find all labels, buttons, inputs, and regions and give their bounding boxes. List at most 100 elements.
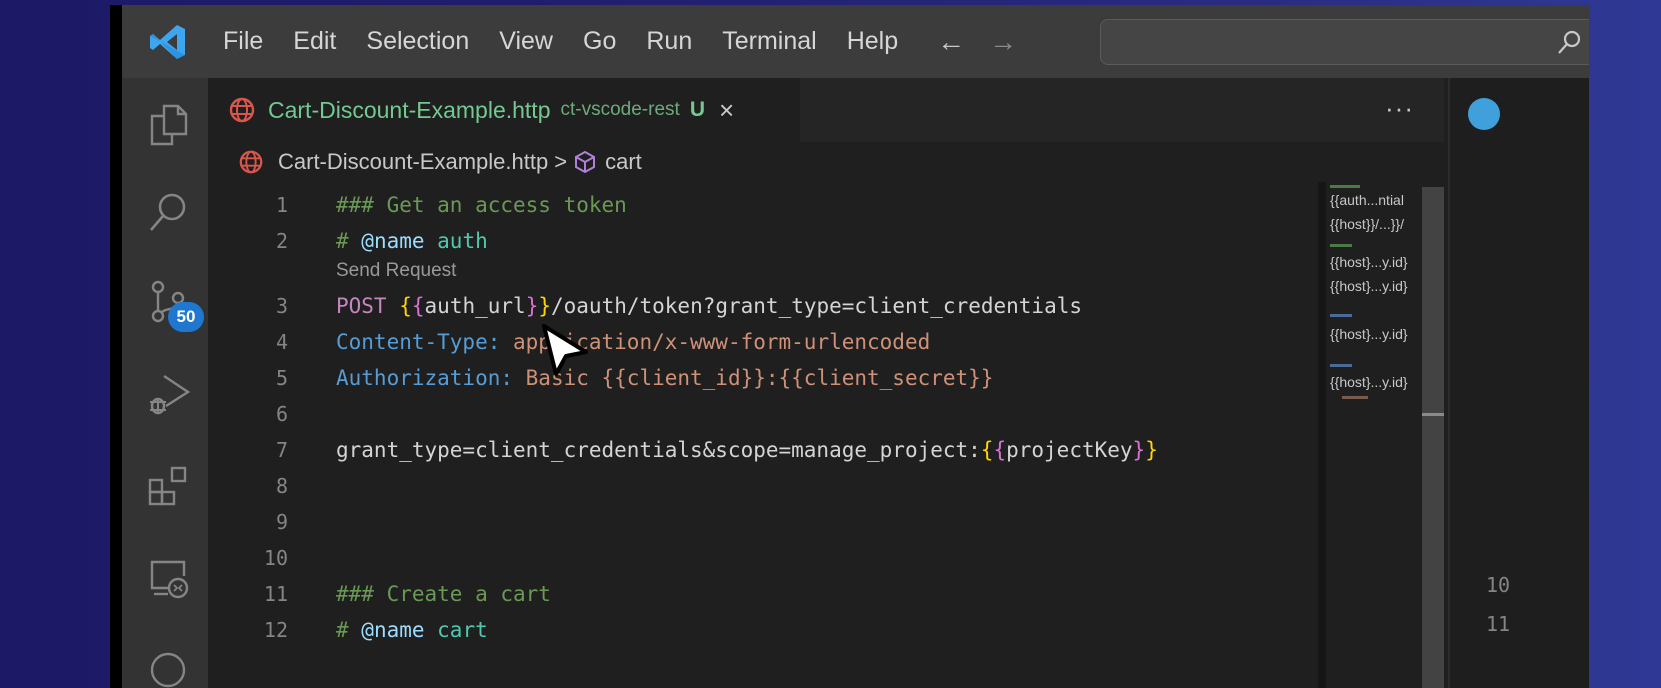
brace: { (411, 294, 425, 318)
menu-go[interactable]: Go (568, 27, 631, 56)
globe-icon (239, 150, 263, 174)
vscode-window: File Edit Selection View Go Run Terminal… (110, 5, 1589, 688)
tab-cart-discount-example[interactable]: Cart-Discount-Example.http ct-vscode-res… (208, 78, 800, 142)
minimap-line: {{host}...y.id} (1330, 278, 1408, 294)
accounts-icon[interactable] (144, 646, 192, 688)
code-comment: ### Create a cart (336, 582, 551, 606)
source-control-badge: 50 (168, 302, 204, 332)
variable: auth_url (424, 294, 526, 318)
name-keyword: @name (361, 229, 425, 253)
search-icon[interactable] (144, 188, 192, 236)
more-actions-icon[interactable]: ··· (1385, 93, 1414, 124)
minimap-line: {{host}...y.id} (1330, 326, 1408, 342)
brace: { (980, 438, 994, 462)
request-body: grant_type=client_credentials&scope=mana… (336, 438, 981, 462)
forward-arrow-icon[interactable]: → (977, 26, 1029, 58)
header-name: Content-Type: (336, 330, 514, 354)
line-number: 6 (275, 402, 288, 426)
code-line: 11 ### Create a cart (208, 576, 551, 612)
title-bar: File Edit Selection View Go Run Terminal… (122, 5, 1589, 78)
send-request-codelens[interactable]: Send Request (336, 260, 456, 282)
brace: } (525, 294, 539, 318)
menu-run[interactable]: Run (631, 27, 707, 56)
line-number: 1 (275, 193, 288, 217)
vscode-logo-icon (150, 24, 185, 59)
vertical-scrollbar[interactable] (1422, 187, 1444, 688)
globe-icon (229, 97, 255, 123)
window-edge (110, 5, 122, 688)
secondary-editor-panel: 10 11 (1448, 78, 1589, 688)
code-line: 3 POST {{auth_url}}/oauth/token?grant_ty… (208, 288, 1082, 324)
code-line: 9 (208, 504, 288, 540)
untracked-status-badge: U (689, 98, 705, 121)
breadcrumb-separator: > (554, 149, 568, 174)
remote-explorer-icon[interactable] (144, 554, 192, 602)
code-comment: ### Get an access token (336, 193, 627, 217)
line-number: 8 (275, 474, 288, 498)
menu-selection[interactable]: Selection (351, 27, 484, 56)
line-number: 2 (275, 229, 288, 253)
scrollbar-cursor-marker (1422, 413, 1444, 416)
code-line: 10 (208, 540, 288, 576)
minimap-line: {{host}}/...}}/ (1330, 216, 1404, 232)
code-editor[interactable]: 1 ### Get an access token 2 # @name auth… (208, 182, 1318, 688)
line-number: 5 (275, 366, 288, 390)
menu-terminal[interactable]: Terminal (707, 27, 831, 56)
line-number: 10 (1486, 573, 1511, 597)
brace: } (538, 294, 551, 318)
code-line: 1 ### Get an access token (208, 187, 627, 223)
request-name: cart (424, 618, 488, 642)
brace: { (399, 294, 412, 318)
search-icon (1558, 30, 1581, 54)
code-line: 8 (208, 468, 288, 504)
code-comment-hash: # (336, 618, 362, 642)
url-path: /oauth/token?grant_type=client_credentia… (551, 294, 1083, 318)
minimap-value-line (1342, 396, 1368, 399)
activity-bar: 50 (122, 78, 208, 688)
minimap-line: {{auth...ntial (1330, 192, 1404, 208)
breadcrumb: Cart-Discount-Example.http > cart (208, 142, 1444, 182)
minimap-line: {{host}...y.id} (1330, 254, 1408, 270)
header-name: Authorization: (336, 366, 526, 390)
code-comment-hash: # (336, 229, 362, 253)
tab-description: ct-vscode-rest (560, 99, 680, 120)
close-icon[interactable]: × (719, 95, 734, 126)
menu-edit[interactable]: Edit (278, 27, 351, 56)
code-line: 5 Authorization: Basic {{client_id}}:{{c… (208, 360, 994, 396)
minimap-shadow (1318, 182, 1326, 688)
breadcrumb-file[interactable]: Cart-Discount-Example.http (278, 149, 548, 175)
http-method: POST (336, 294, 400, 318)
tab-bar: Cart-Discount-Example.http ct-vscode-res… (208, 78, 1444, 142)
minimap-comment-line (1330, 364, 1352, 367)
avatar[interactable] (1468, 98, 1500, 130)
code-line: 2 # @name auth (208, 223, 488, 259)
menu-view[interactable]: View (484, 27, 568, 56)
line-number: 7 (275, 438, 288, 462)
line-number: 12 (263, 618, 288, 642)
menu-help[interactable]: Help (832, 27, 913, 56)
code-line: 6 (208, 396, 288, 432)
minimap-comment-line (1330, 314, 1352, 317)
files-icon[interactable] (144, 100, 192, 148)
line-number: 11 (1486, 612, 1511, 636)
back-arrow-icon[interactable]: ← (925, 26, 977, 58)
extensions-icon[interactable] (144, 462, 192, 510)
breadcrumb-symbol[interactable]: cart (605, 149, 642, 175)
command-center-search[interactable]: ct-vscode-rest (1100, 19, 1589, 65)
variable: projectKey (1006, 438, 1133, 462)
brace: { (993, 438, 1007, 462)
menu-file[interactable]: File (208, 27, 278, 56)
minimap-comment-line (1330, 244, 1352, 247)
name-keyword: @name (361, 618, 425, 642)
brace: } (1145, 438, 1158, 462)
minimap-comment-line (1330, 185, 1360, 188)
code-line: 7 grant_type=client_credentials&scope=ma… (208, 432, 1158, 468)
run-debug-icon[interactable] (144, 370, 192, 418)
line-number: 11 (263, 582, 288, 606)
line-number: 10 (263, 546, 288, 570)
code-line: 12 # @name cart (208, 612, 488, 648)
brace: } (1132, 438, 1146, 462)
line-number: 4 (275, 330, 288, 354)
header-value: Basic {{client_id}}:{{client_secret}} (525, 366, 994, 390)
tab-filename: Cart-Discount-Example.http (268, 96, 551, 123)
